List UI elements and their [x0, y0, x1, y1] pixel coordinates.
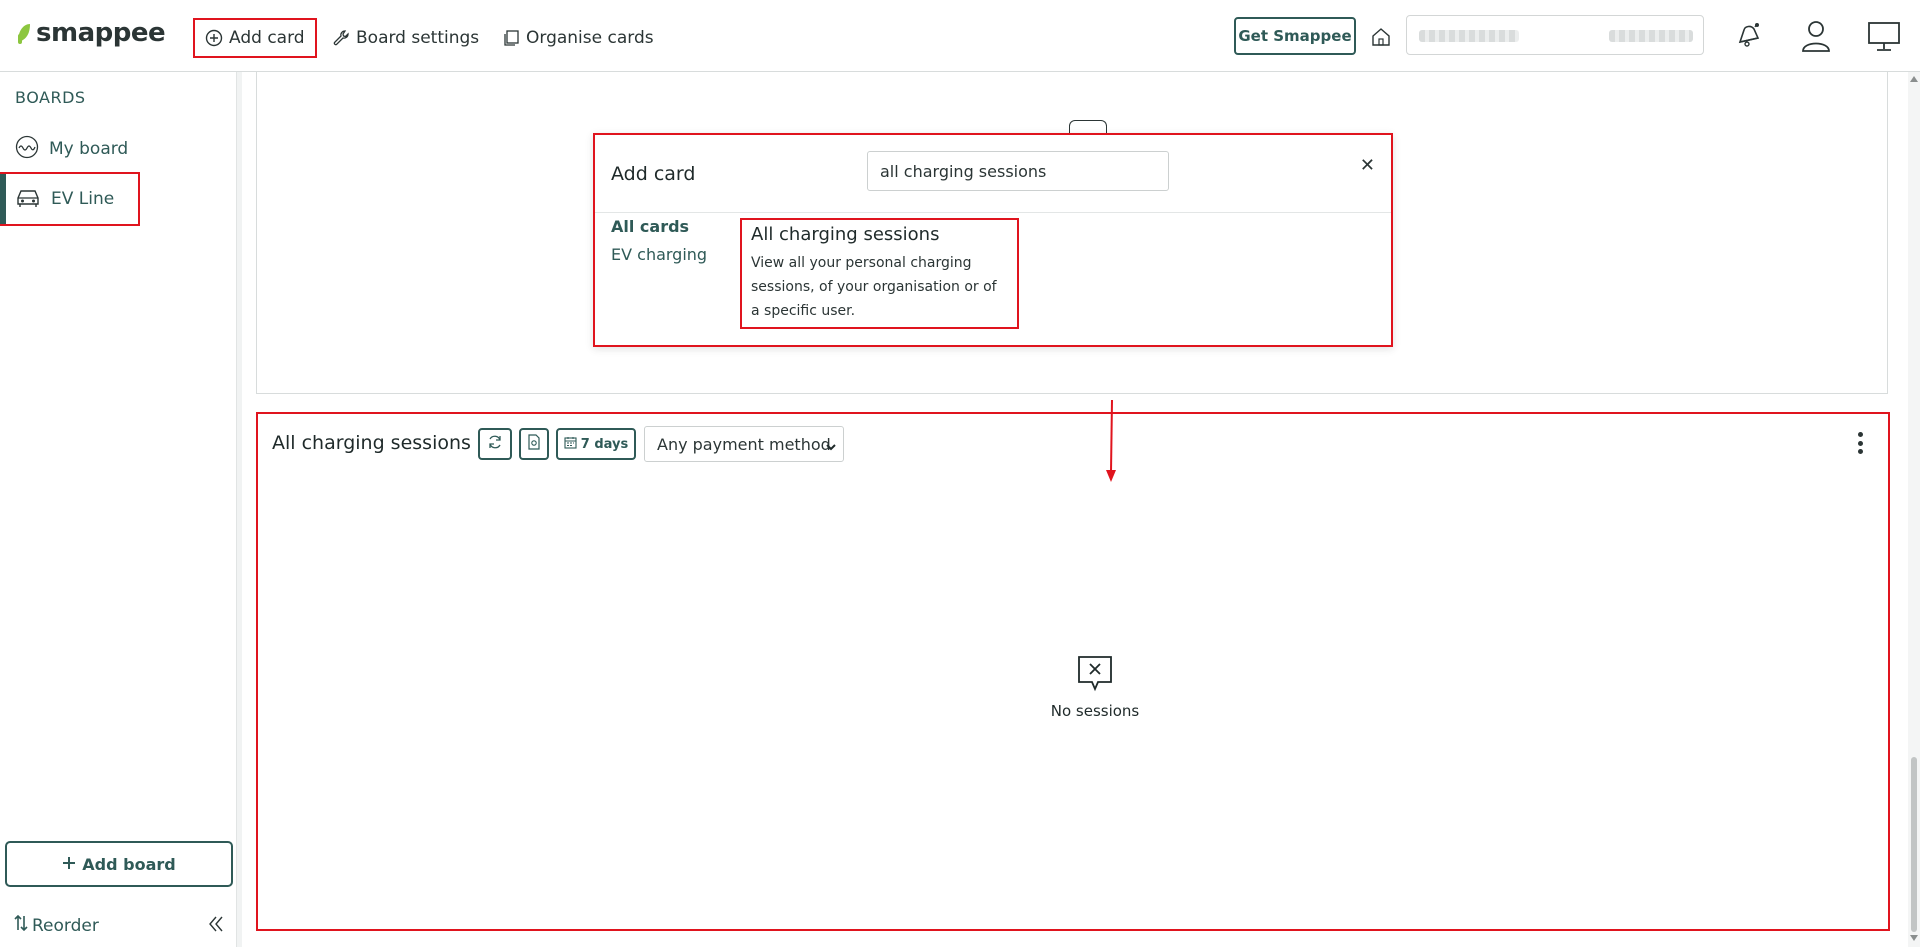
card-drag-tab[interactable]: [1069, 120, 1107, 134]
add-card-button[interactable]: Add card: [193, 18, 317, 58]
plus-icon: [62, 855, 76, 874]
category-ev-charging[interactable]: EV charging: [611, 245, 707, 264]
sidebar-item-ev-line[interactable]: EV Line: [0, 172, 140, 226]
all-charging-sessions-card: All charging sessions 7 days Any payment…: [256, 412, 1890, 931]
page-scrollbar[interactable]: [1908, 72, 1920, 947]
document-export-icon: [528, 434, 540, 454]
top-bar: smappee Add card Board settings Organise…: [0, 0, 1920, 72]
category-all-cards[interactable]: All cards: [611, 217, 689, 236]
home-icon[interactable]: [1370, 26, 1392, 48]
period-label: 7 days: [580, 436, 629, 452]
add-card-dialog: Add card ✕ All cards EV charging All cha…: [593, 133, 1393, 347]
empty-state-text: No sessions: [1050, 702, 1140, 720]
location-id-redacted: [1609, 30, 1693, 42]
chevron-down-icon: [825, 438, 837, 451]
result-title: All charging sessions: [751, 224, 940, 245]
scrollbar-thumb[interactable]: [1911, 757, 1917, 932]
payment-method-select[interactable]: Any payment method: [644, 426, 844, 462]
notifications-bell-icon[interactable]: [1730, 18, 1766, 54]
collapse-sidebar-icon[interactable]: [206, 914, 226, 934]
sessions-card-title: All charging sessions: [272, 432, 471, 454]
payment-method-value: Any payment method: [657, 434, 831, 454]
smappee-logo[interactable]: smappee: [16, 18, 166, 48]
card-search-input[interactable]: [867, 151, 1169, 191]
display-monitor-icon[interactable]: [1866, 18, 1902, 54]
logo-leaf-icon: [16, 22, 32, 44]
wrench-icon: [332, 29, 350, 47]
refresh-button[interactable]: [478, 428, 512, 460]
card-options-menu-icon[interactable]: [1856, 432, 1864, 454]
refresh-icon: [487, 434, 503, 454]
calendar-icon: [564, 436, 577, 453]
board-settings-label: Board settings: [356, 28, 480, 48]
boards-sidebar: BOARDS My board EV Line Add board Reorde…: [0, 72, 240, 947]
sort-arrows-icon: [14, 914, 28, 936]
user-account-icon[interactable]: [1798, 18, 1834, 54]
copy-cards-icon: [502, 29, 520, 47]
add-board-button[interactable]: Add board: [5, 841, 233, 887]
logo-text: smappee: [36, 18, 166, 48]
car-icon: [15, 186, 41, 213]
empty-state: No sessions: [1030, 654, 1160, 720]
sidebar-item-my-board[interactable]: My board: [0, 124, 128, 174]
sidebar-item-label: EV Line: [51, 189, 115, 209]
no-messages-icon: [1076, 656, 1114, 696]
board-settings-button[interactable]: Board settings: [332, 20, 479, 56]
card-result-all-charging-sessions[interactable]: All charging sessions View all your pers…: [740, 218, 1019, 329]
period-selector-button[interactable]: 7 days: [556, 428, 636, 460]
export-button[interactable]: [519, 428, 549, 460]
add-board-label: Add board: [82, 854, 176, 874]
organise-cards-label: Organise cards: [526, 28, 654, 48]
organise-cards-button[interactable]: Organise cards: [502, 20, 654, 56]
reorder-label: Reorder: [32, 915, 99, 936]
location-selector[interactable]: [1406, 15, 1704, 55]
waveform-icon: [15, 135, 39, 164]
reorder-button[interactable]: Reorder: [14, 914, 99, 936]
scroll-down-arrow-icon[interactable]: [1910, 935, 1918, 941]
result-description: View all your personal charging sessions…: [751, 255, 997, 319]
sidebar-item-label: My board: [49, 139, 129, 159]
get-smappee-button[interactable]: Get Smappee: [1234, 17, 1356, 55]
dialog-title: Add card: [611, 163, 696, 185]
boards-heading: BOARDS: [15, 88, 86, 107]
location-name-redacted: [1419, 30, 1519, 42]
close-icon[interactable]: ✕: [1360, 155, 1375, 176]
dialog-divider: [595, 212, 1391, 213]
add-card-label: Add card: [229, 28, 305, 48]
annotation-arrow: [1106, 400, 1116, 482]
scroll-up-arrow-icon[interactable]: [1910, 76, 1918, 82]
plus-circle-icon: [205, 29, 223, 47]
